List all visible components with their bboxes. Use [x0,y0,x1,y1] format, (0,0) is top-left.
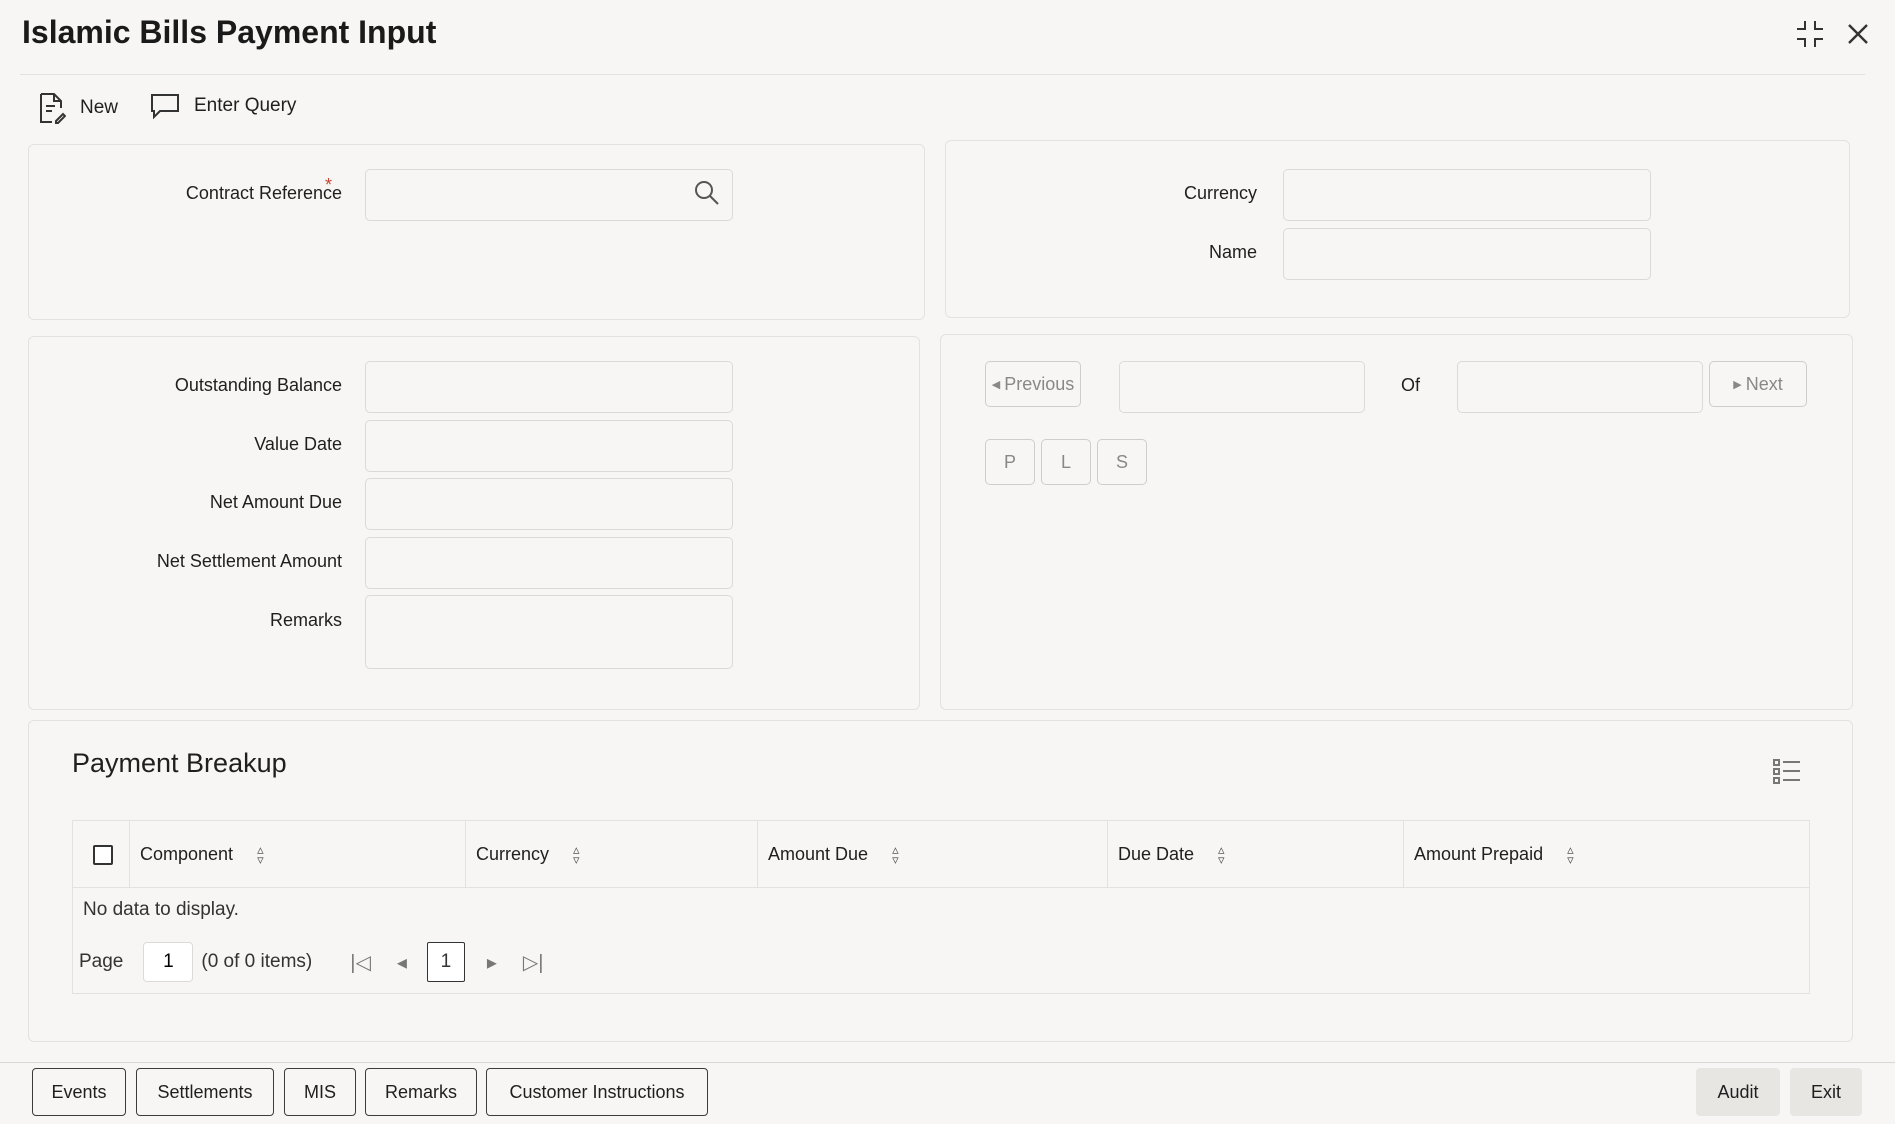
enter-query-button[interactable]: Enter Query [150,92,296,120]
l-button[interactable]: L [1041,439,1091,485]
table-header: Component ▵ ▿ Currency ▵ ▿ Amount Due ▵ ▿ D… [73,821,1809,888]
contract-reference-input[interactable] [365,169,733,221]
column-header-due-date[interactable]: Due Date ▵ ▿ [1107,821,1403,888]
current-record-input[interactable] [1119,361,1365,413]
sort-icon: ▵ ▿ [573,841,580,867]
total-records-input[interactable] [1457,361,1703,413]
empty-message: No data to display. [83,899,239,920]
column-settings-icon[interactable] [1772,758,1802,791]
currency-label: Currency [1183,183,1257,203]
column-header-amount-prepaid[interactable]: Amount Prepaid ▵ ▿ [1403,821,1809,888]
pagination: Page (0 of 0 items) |◁ ◂ 1 ▸ ▷| [79,941,544,983]
value-date-label: Value Date [254,434,342,454]
last-page-icon[interactable]: ▷| [523,950,544,975]
required-indicator: * [325,175,333,195]
chat-bubble-icon [151,94,179,120]
s-button[interactable]: S [1097,439,1147,485]
payment-breakup-table: Component ▵ ▿ Currency ▵ ▿ Amount Due ▵ ▿ D… [72,820,1810,994]
sort-icon: ▵ ▿ [1567,841,1574,867]
previous-page-icon[interactable]: ◂ [397,950,407,975]
details-panel: Outstanding Balance Value Date Net Amoun… [28,336,920,710]
customer-instructions-button[interactable]: Customer Instructions [486,1068,708,1116]
window: Islamic Bills Payment Input New Enter Qu… [0,0,1895,1124]
items-summary: (0 of 0 items) [201,951,313,972]
page-label: Page [79,951,124,972]
page-number-input[interactable] [143,942,194,982]
previous-button[interactable]: ◀ Previous [985,361,1081,407]
navigator-panel: ◀ Previous Of ▶ Next P L S [940,334,1853,710]
outstanding-balance-label: Outstanding Balance [174,375,342,395]
audit-button[interactable]: Audit [1696,1068,1780,1116]
contract-panel: Contract Reference * [28,144,925,320]
page-title: Islamic Bills Payment Input [22,14,437,50]
new-button[interactable]: New [38,92,118,124]
sort-icon: ▵ ▿ [257,841,264,867]
currency-panel: Currency Name [945,140,1850,318]
current-page[interactable]: 1 [426,942,465,982]
value-date-input[interactable] [365,420,733,472]
previous-label: Previous [1004,373,1075,394]
next-page-icon[interactable]: ▸ [487,950,497,975]
currency-input[interactable] [1283,169,1651,221]
remarks-textarea[interactable] [365,595,733,669]
close-icon[interactable] [1840,16,1876,52]
name-label: Name [1208,242,1257,262]
mis-button[interactable]: MIS [284,1068,356,1116]
settlements-button[interactable]: Settlements [136,1068,274,1116]
exit-button[interactable]: Exit [1790,1068,1862,1116]
next-arrow-icon: ▶ [1733,378,1742,391]
next-label: Next [1745,373,1783,394]
new-label: New [80,97,119,118]
net-amount-due-label: Net Amount Due [209,492,342,512]
first-page-icon[interactable]: |◁ [350,950,371,975]
new-document-icon [40,93,66,124]
outstanding-balance-input[interactable] [365,361,733,413]
of-label: Of [1401,375,1421,395]
net-amount-due-input[interactable] [365,478,733,530]
minimize-icon[interactable] [1792,16,1828,52]
previous-arrow-icon: ◀ [991,378,1001,391]
remarks-button[interactable]: Remarks [365,1068,477,1116]
column-header-component[interactable]: Component ▵ ▿ [129,821,466,888]
payment-breakup-title: Payment Breakup [72,748,287,778]
enter-query-label: Enter Query [194,95,297,116]
p-button[interactable]: P [985,439,1035,485]
select-all-checkbox[interactable] [93,845,113,865]
search-icon[interactable] [693,179,721,212]
footer-divider [0,1062,1895,1063]
name-input[interactable] [1283,228,1651,280]
net-settlement-amount-input[interactable] [365,537,733,589]
remarks-label: Remarks [269,610,342,630]
next-button[interactable]: ▶ Next [1709,361,1807,407]
toolbar-divider [20,74,1865,75]
contract-reference-label: Contract Reference [185,183,342,203]
sort-icon: ▵ ▿ [1218,841,1225,867]
column-header-currency[interactable]: Currency ▵ ▿ [465,821,757,888]
column-header-amount-due[interactable]: Amount Due ▵ ▿ [757,821,1107,888]
net-settlement-amount-label: Net Settlement Amount [156,551,342,571]
sort-icon: ▵ ▿ [892,841,899,867]
events-button[interactable]: Events [32,1068,126,1116]
